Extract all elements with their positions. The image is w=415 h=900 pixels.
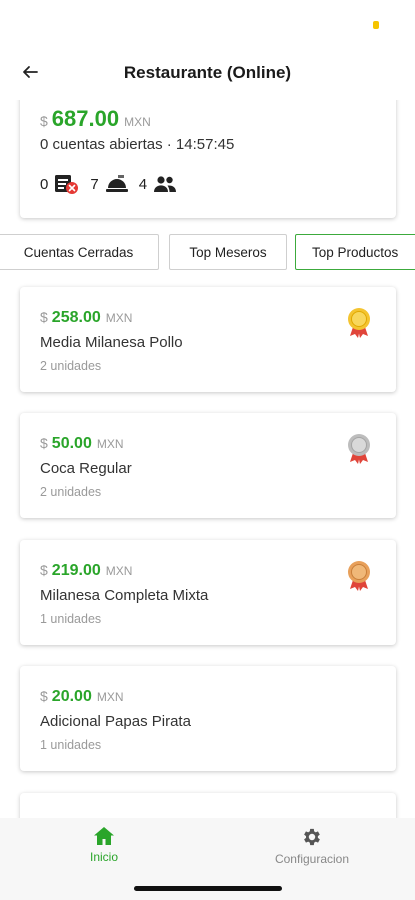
nav-settings-label: Configuracion — [274, 852, 350, 866]
product-quantity: 1 unidades — [40, 738, 102, 752]
back-button[interactable] — [18, 60, 42, 84]
page-title: Restaurante (Online) — [123, 63, 292, 82]
open-accounts-text: 0 cuentas abiertas · 14:57:45 — [40, 136, 235, 153]
closed-bills-count: 0 — [40, 175, 49, 193]
product-card[interactable]: $ 20.00 MXN Adicional Papas Pirata 1 uni… — [20, 666, 396, 771]
gold-medal-icon — [348, 308, 370, 338]
product-quantity: 2 unidades — [40, 485, 102, 499]
tab-label: Top Productos — [312, 244, 399, 260]
product-name: Adicional Papas Pirata — [40, 713, 191, 730]
product-quantity: 2 unidades — [40, 359, 102, 373]
dishes-count: 7 — [90, 175, 99, 193]
people-icon — [153, 175, 177, 193]
currency-symbol: $ — [40, 309, 48, 325]
currency-unit: MXN — [124, 115, 151, 129]
product-amount: 258.00 — [51, 309, 101, 326]
product-amount: 50.00 — [51, 435, 92, 452]
gear-icon — [304, 828, 320, 846]
people-count: 4 — [138, 175, 148, 193]
product-price: $ 50.00 MXN — [40, 435, 124, 453]
total-amount: 687.00 — [51, 106, 120, 131]
product-price: $ 20.00 MXN — [40, 688, 124, 706]
summary-total: $ 687.00 MXN — [40, 106, 151, 132]
nav-home[interactable]: Inicio — [44, 826, 164, 864]
currency-symbol: $ — [40, 113, 48, 129]
summary-card: $ 687.00 MXN 0 cuentas abiertas · 14:57:… — [20, 100, 396, 218]
tab-bar: Cuentas Cerradas Top Meseros Top Product… — [0, 234, 415, 270]
product-card[interactable] — [20, 793, 396, 818]
closed-bill-icon — [54, 173, 80, 195]
tab-label: Cuentas Cerradas — [23, 244, 134, 260]
currency-unit: MXN — [105, 311, 133, 325]
currency-symbol: $ — [40, 435, 48, 451]
product-card[interactable]: $ 219.00 MXN Milanesa Completa Mixta 1 u… — [20, 540, 396, 645]
silver-medal-icon — [348, 434, 370, 464]
tab-label: Top Meseros — [189, 244, 267, 260]
product-name: Milanesa Completa Mixta — [40, 587, 209, 604]
content-scroll[interactable]: $ 687.00 MXN 0 cuentas abiertas · 14:57:… — [0, 100, 415, 818]
bronze-medal-icon — [348, 561, 370, 591]
home-indicator — [134, 886, 282, 891]
tab-cuentas-cerradas[interactable]: Cuentas Cerradas — [0, 234, 159, 270]
product-amount: 219.00 — [51, 562, 101, 579]
home-icon — [94, 827, 114, 845]
product-card[interactable]: $ 50.00 MXN Coca Regular 2 unidades — [20, 413, 396, 518]
currency-symbol: $ — [40, 688, 48, 704]
product-quantity: 1 unidades — [40, 612, 102, 626]
product-price: $ 219.00 MXN — [40, 562, 132, 580]
tab-top-meseros[interactable]: Top Meseros — [169, 234, 287, 270]
currency-unit: MXN — [96, 437, 124, 451]
product-price: $ 258.00 MXN — [40, 309, 132, 327]
app-header: Restaurante (Online) — [0, 56, 415, 90]
product-name: Media Milanesa Pollo — [40, 334, 183, 351]
summary-stats: 0 7 4 — [40, 173, 187, 195]
serving-dish-icon — [105, 173, 129, 195]
nav-home-label: Inicio — [89, 850, 118, 864]
back-arrow-icon — [23, 66, 38, 78]
product-amount: 20.00 — [51, 688, 92, 705]
product-name: Coca Regular — [40, 460, 132, 477]
tab-top-productos[interactable]: Top Productos — [295, 234, 415, 270]
currency-unit: MXN — [96, 690, 124, 704]
currency-symbol: $ — [40, 562, 48, 578]
currency-unit: MXN — [105, 564, 133, 578]
product-card[interactable]: $ 258.00 MXN Media Milanesa Pollo 2 unid… — [20, 287, 396, 392]
nav-settings[interactable]: Configuracion — [252, 826, 372, 866]
status-indicator — [373, 21, 379, 29]
